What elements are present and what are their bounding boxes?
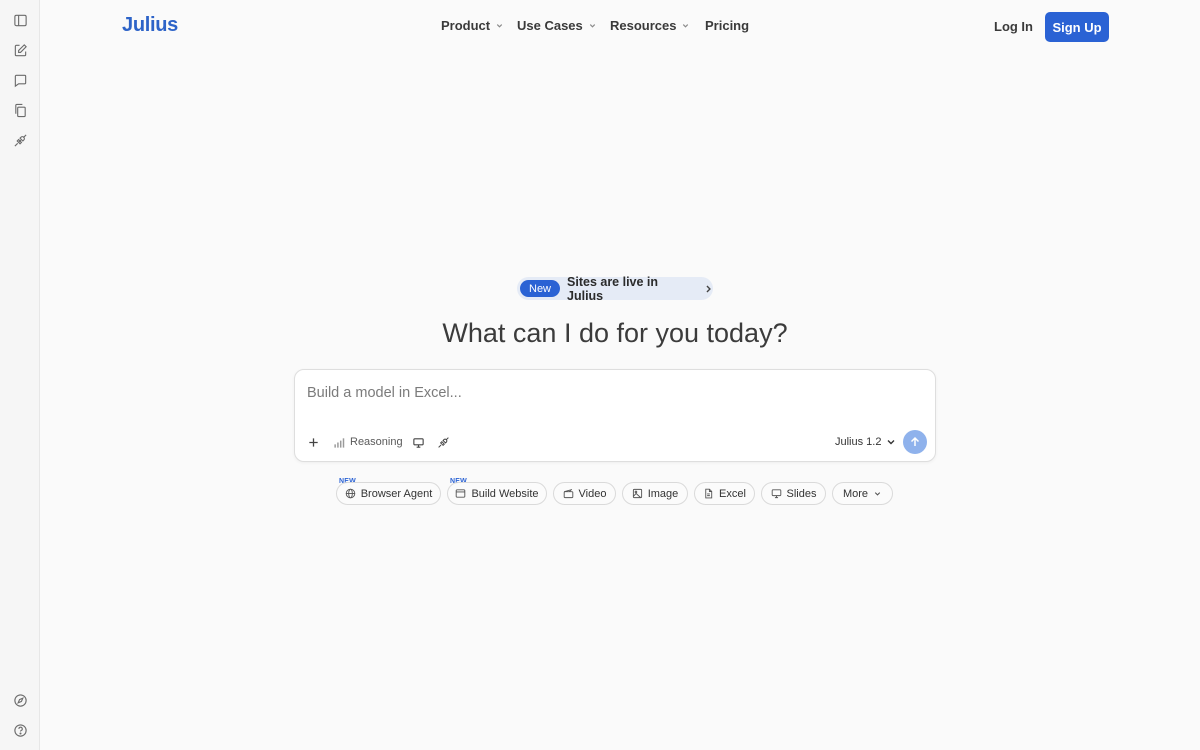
chip-slides-label: Slides xyxy=(786,487,817,500)
plus-icon xyxy=(309,437,318,447)
chip-more-label: More xyxy=(842,487,869,500)
chip-build-website[interactable]: Build Website xyxy=(447,482,547,505)
prompt-input[interactable] xyxy=(307,382,907,404)
chip-video[interactable]: Video xyxy=(553,482,616,505)
sidebar-rail xyxy=(0,0,40,750)
chevron-down-icon xyxy=(887,440,895,445)
chevron-down-icon xyxy=(874,492,881,496)
new-chat-icon[interactable] xyxy=(8,38,32,62)
model-selector-label: Julius 1.2 xyxy=(835,436,882,448)
browser-window-icon xyxy=(456,489,466,498)
globe-icon xyxy=(345,488,355,499)
signal-bars-icon xyxy=(334,437,345,448)
chip-video-label: Video xyxy=(578,487,607,500)
nav-use-cases[interactable]: Use Cases xyxy=(517,18,597,33)
announcement-pill[interactable]: New Sites are live in Julius xyxy=(517,274,713,303)
clapperboard-icon xyxy=(563,489,573,499)
monitor-icon xyxy=(771,489,781,499)
add-attachment-button[interactable] xyxy=(307,433,320,451)
nav-product-label: Product xyxy=(441,18,491,33)
connectors-icon[interactable] xyxy=(8,128,32,152)
files-icon[interactable] xyxy=(8,98,32,122)
page-title: What can I do for you today? xyxy=(442,318,788,348)
new-badge: New xyxy=(520,280,561,297)
chip-image[interactable]: Image xyxy=(622,482,688,505)
login-link[interactable]: Log In xyxy=(994,19,1033,34)
compass-icon[interactable] xyxy=(8,688,32,712)
image-icon xyxy=(632,488,642,499)
signup-button[interactable]: Sign Up xyxy=(1045,12,1109,42)
chip-excel-label: Excel xyxy=(719,487,746,500)
chip-more[interactable]: More xyxy=(832,482,893,505)
model-selector[interactable]: Julius 1.2 xyxy=(835,433,896,451)
chevron-down-icon xyxy=(496,24,503,28)
send-button[interactable] xyxy=(903,430,927,454)
prompt-composer: Reasoning Julius 1.2 xyxy=(294,369,936,462)
arrow-up-icon xyxy=(910,436,920,446)
monitor-icon xyxy=(413,437,424,448)
nav-resources[interactable]: Resources xyxy=(610,18,690,33)
chevron-right-icon xyxy=(706,285,712,292)
chip-excel[interactable]: Excel xyxy=(694,482,755,505)
plug-icon xyxy=(438,436,449,448)
chat-icon[interactable] xyxy=(8,68,32,92)
chevron-down-icon xyxy=(589,24,595,28)
nav-resources-label: Resources xyxy=(610,18,677,33)
file-icon xyxy=(705,488,713,499)
reasoning-label: Reasoning xyxy=(350,436,403,448)
chip-slides[interactable]: Slides xyxy=(761,482,826,505)
nav-pricing[interactable]: Pricing xyxy=(705,18,749,33)
nav-pricing-label: Pricing xyxy=(705,18,750,33)
chip-browser-agent-label: Browser Agent xyxy=(360,487,433,500)
chip-image-label: Image xyxy=(647,487,679,500)
nav-use-cases-label: Use Cases xyxy=(517,18,583,33)
chip-browser-agent[interactable]: Browser Agent xyxy=(336,482,441,505)
connectors-button[interactable] xyxy=(437,433,450,451)
announcement-text: Sites are live in Julius xyxy=(567,274,659,303)
chip-build-website-label: Build Website xyxy=(471,487,539,500)
help-icon[interactable] xyxy=(8,718,32,742)
nav-product[interactable]: Product xyxy=(441,18,504,33)
screen-button[interactable] xyxy=(412,433,425,451)
chevron-down-icon xyxy=(683,24,689,28)
reasoning-button[interactable]: Reasoning xyxy=(333,433,403,451)
